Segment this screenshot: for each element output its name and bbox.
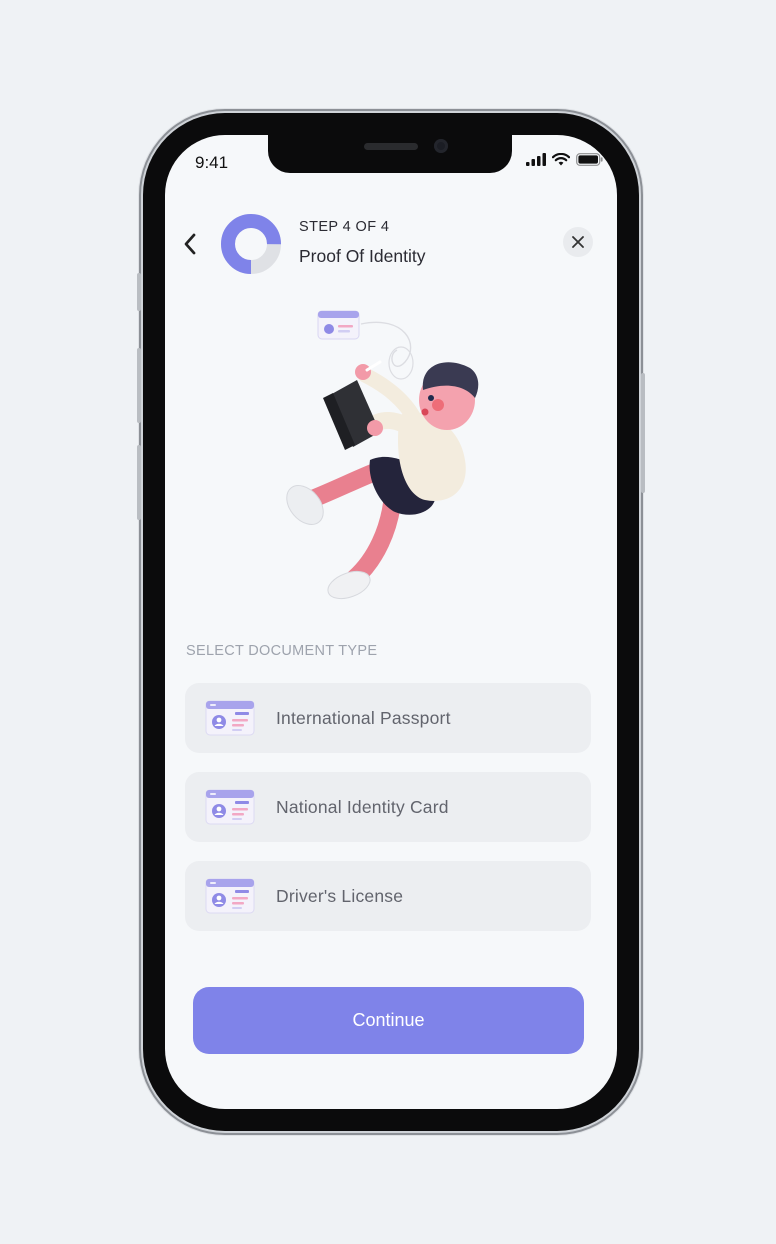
status-time: 9:41	[195, 153, 229, 172]
wifi-icon	[552, 153, 570, 166]
document-type-list: International Passport National Identity…	[185, 683, 591, 950]
notch	[268, 135, 512, 173]
option-label: International Passport	[276, 707, 451, 728]
volume-up-button	[137, 348, 141, 423]
id-card-icon	[205, 700, 255, 736]
battery-icon	[576, 153, 603, 166]
mute-switch	[137, 273, 141, 311]
chevron-left-icon	[184, 233, 196, 255]
option-national-identity-card[interactable]: National Identity Card	[185, 772, 591, 842]
status-icons	[526, 153, 603, 166]
option-international-passport[interactable]: International Passport	[185, 683, 591, 753]
continue-button[interactable]: Continue	[193, 987, 584, 1054]
front-camera	[434, 139, 448, 153]
option-label: National Identity Card	[276, 796, 449, 817]
back-button[interactable]	[177, 227, 203, 261]
phone-frame: 9:41 STEP 4 OF 4 Proof Of Identity SELEC…	[137, 113, 645, 1131]
boy-with-tablet-illustration	[286, 310, 479, 600]
step-counter: STEP 4 OF 4	[299, 219, 390, 235]
power-button	[641, 373, 645, 493]
section-label: SELECT DOCUMENT TYPE	[186, 643, 378, 659]
earpiece-speaker	[364, 143, 418, 150]
option-label: Driver's License	[276, 885, 404, 906]
volume-down-button	[137, 445, 141, 520]
page-title: Proof Of Identity	[299, 246, 426, 266]
floating-id-card-icon	[317, 310, 360, 340]
id-card-icon	[205, 789, 255, 825]
close-button[interactable]	[563, 227, 593, 257]
cellular-signal-icon	[526, 153, 546, 166]
option-drivers-license[interactable]: Driver's License	[185, 861, 591, 931]
close-icon	[572, 236, 584, 248]
step-progress-ring	[221, 214, 281, 274]
id-card-icon	[205, 878, 255, 914]
app-screen: 9:41 STEP 4 OF 4 Proof Of Identity SELEC…	[165, 135, 617, 1109]
